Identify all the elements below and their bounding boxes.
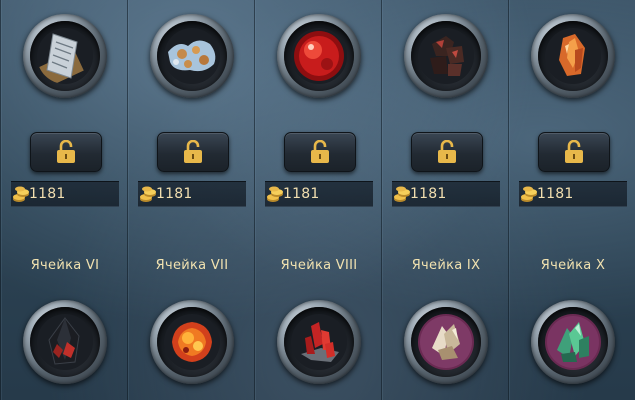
red-orb-icon [291,28,347,84]
slot-column: 1181 Ячейка VII [127,0,256,400]
unlock-button[interactable] [30,132,102,172]
price-display: 1181 [392,181,500,207]
price-display: 1181 [265,181,373,207]
unlock-button[interactable] [411,132,483,172]
fire-amber-icon [164,314,220,370]
gold-coins-icon [140,186,156,202]
slot-column: 1181 Ячейка IX [381,0,510,400]
open-lock-icon [184,140,202,163]
gold-coins-icon [13,186,29,202]
dark-ore-icon [418,28,474,84]
black-crystal-icon [37,314,93,370]
red-crystal-icon [291,314,347,370]
slot-label: Ячейка VIII [280,258,358,273]
item-socket-bottom[interactable] [531,300,615,384]
unlock-button[interactable] [284,132,356,172]
open-lock-icon [565,140,583,163]
scroll-icon [37,28,93,84]
item-socket-bottom[interactable] [404,300,488,384]
slot-label: Ячейка IX [411,258,481,273]
gold-coins-icon [267,186,283,202]
slot-column: 1181 Ячейка VIII [254,0,383,400]
item-socket-top[interactable] [277,14,361,98]
price-display: 1181 [11,181,119,207]
price-value: 1181 [537,186,574,202]
open-lock-icon [57,140,75,163]
pink-crystal-icon [418,314,474,370]
price-value: 1181 [156,186,193,202]
item-socket-bottom[interactable] [277,300,361,384]
item-socket-top[interactable] [531,14,615,98]
item-socket-bottom[interactable] [150,300,234,384]
price-value: 1181 [283,186,320,202]
gold-coins-icon [521,186,537,202]
price-display: 1181 [519,181,627,207]
open-lock-icon [311,140,329,163]
unlock-button[interactable] [157,132,229,172]
open-lock-icon [438,140,456,163]
slot-label: Ячейка VII [155,258,229,273]
slot-label: Ячейка VI [30,258,100,273]
price-display: 1181 [138,181,246,207]
item-socket-top[interactable] [23,14,107,98]
item-socket-top[interactable] [404,14,488,98]
item-socket-bottom[interactable] [23,300,107,384]
blue-ore-icon [164,28,220,84]
green-crystal-icon [545,314,601,370]
orange-crystal-icon [545,28,601,84]
price-value: 1181 [410,186,447,202]
unlock-button[interactable] [538,132,610,172]
slot-column: 1181 Ячейка VI [0,0,129,400]
item-socket-top[interactable] [150,14,234,98]
slot-label: Ячейка X [540,258,606,273]
slot-column: 1181 Ячейка X [508,0,635,400]
gold-coins-icon [394,186,410,202]
price-value: 1181 [29,186,66,202]
